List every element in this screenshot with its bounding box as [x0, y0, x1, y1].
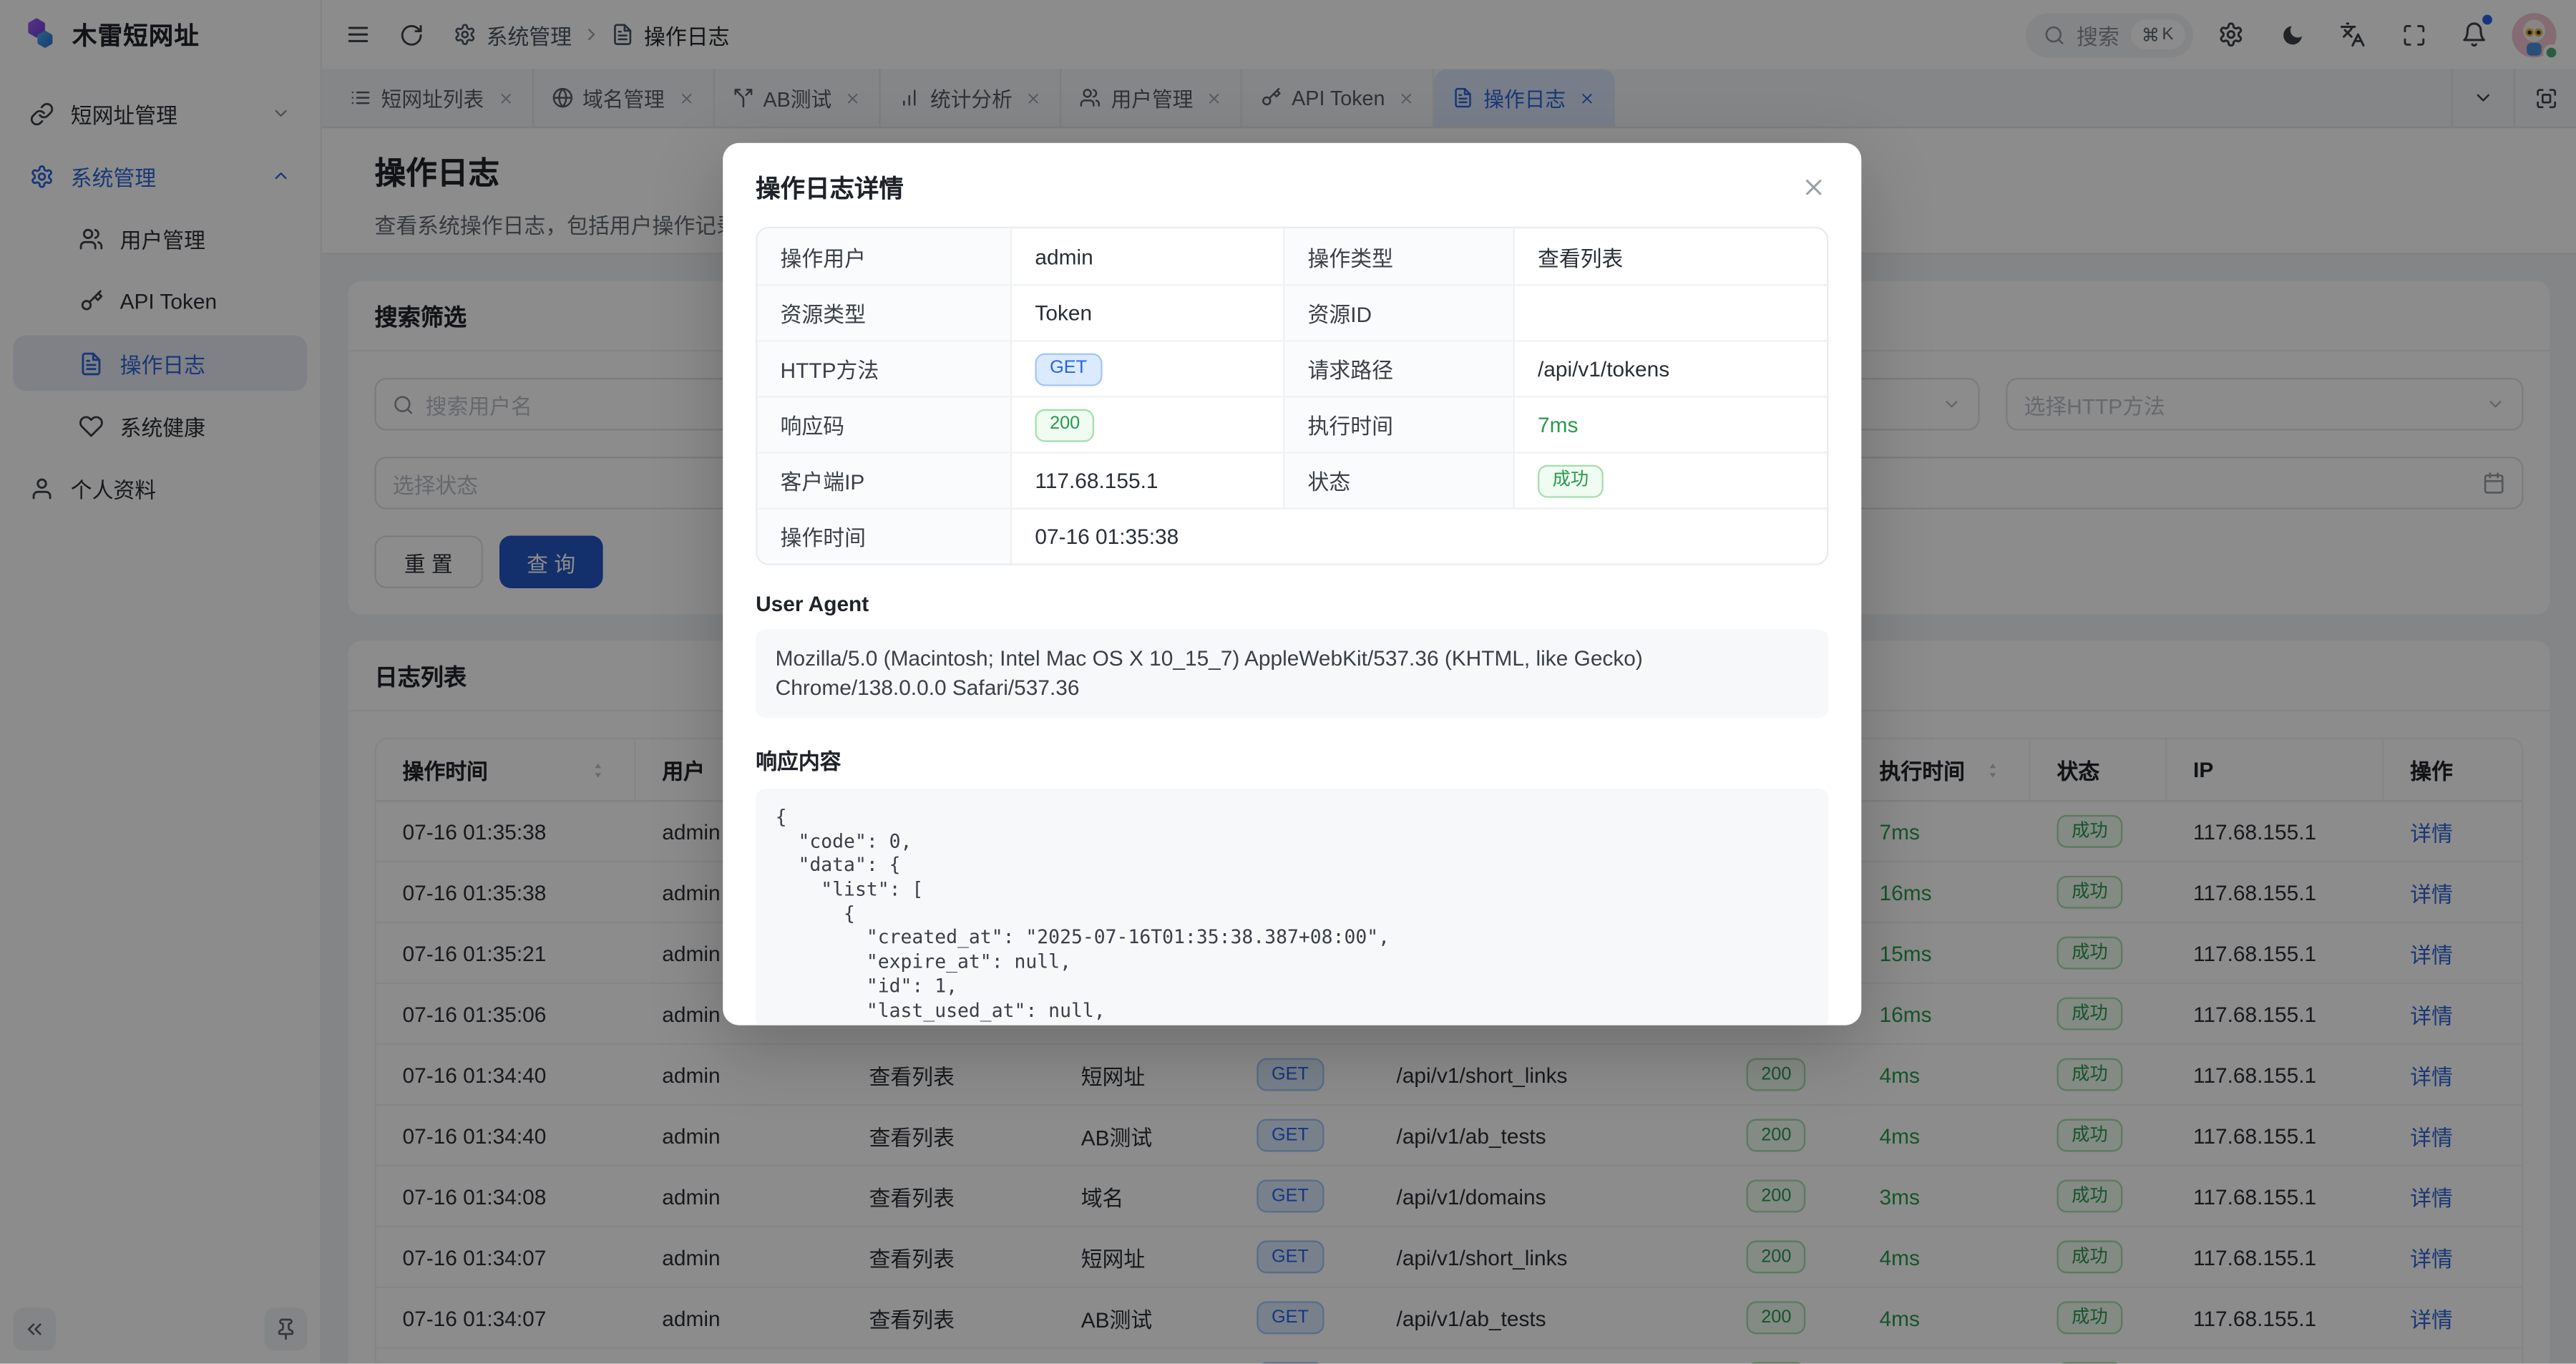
- detail-value-duration: 7ms: [1513, 396, 1828, 452]
- response-content[interactable]: { "code": 0, "data": { "list": [ { "crea…: [756, 789, 1828, 1026]
- detail-value-method: GET: [1010, 340, 1283, 396]
- detail-label: 操作时间: [757, 507, 1010, 563]
- app-root: 木雷短网址 系统管理 操作日志 搜索 K: [0, 0, 2576, 1364]
- user-agent-value: Mozilla/5.0 (Macintosh; Intel Mac OS X 1…: [756, 629, 1828, 718]
- response-label: 响应内容: [756, 744, 1828, 776]
- detail-value-status: 成功: [1513, 452, 1828, 507]
- status-code-badge: 200: [1035, 409, 1094, 442]
- detail-value-time: 07-16 01:35:38: [1010, 507, 1827, 563]
- detail-label: 操作用户: [757, 228, 1010, 284]
- detail-label: 资源ID: [1283, 284, 1513, 340]
- detail-label: 响应码: [757, 396, 1010, 452]
- user-agent-label: User Agent: [756, 592, 1828, 616]
- detail-label: 请求路径: [1283, 340, 1513, 396]
- detail-value-ip: 117.68.155.1: [1010, 452, 1283, 507]
- status-badge: 成功: [1538, 464, 1604, 497]
- detail-label: 操作类型: [1283, 228, 1513, 284]
- detail-value-resource-id: [1513, 284, 1828, 340]
- detail-value-user: admin: [1010, 228, 1283, 284]
- detail-label: 状态: [1283, 452, 1513, 507]
- detail-label: 执行时间: [1283, 396, 1513, 452]
- detail-value-code: 200: [1010, 396, 1283, 452]
- close-icon[interactable]: [1799, 173, 1828, 203]
- detail-table: 操作用户 admin 操作类型 查看列表 资源类型 Token 资源ID HTT…: [756, 227, 1828, 565]
- detail-value-action: 查看列表: [1513, 228, 1828, 284]
- detail-value-path: /api/v1/tokens: [1513, 340, 1828, 396]
- method-badge: GET: [1035, 352, 1101, 385]
- modal-title: 操作日志详情: [756, 171, 904, 205]
- detail-label: 客户端IP: [757, 452, 1010, 507]
- log-detail-modal: 操作日志详情 操作用户 admin 操作类型 查看列表 资源类型 Token 资…: [723, 143, 1861, 1026]
- detail-label: HTTP方法: [757, 340, 1010, 396]
- detail-label: 资源类型: [757, 284, 1010, 340]
- detail-value-resource-type: Token: [1010, 284, 1283, 340]
